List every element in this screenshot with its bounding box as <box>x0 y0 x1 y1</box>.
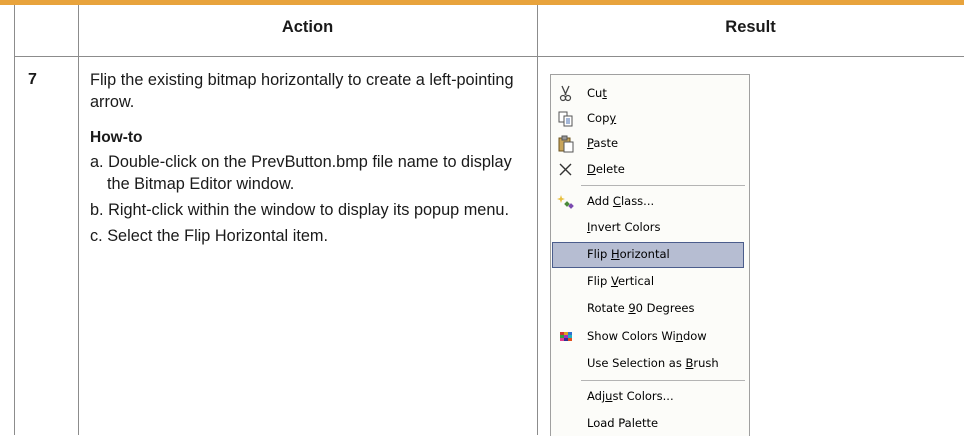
menu-item-load-palette[interactable]: Load Palette <box>551 411 749 436</box>
howto-step-c: c. Select the Flip Horizontal item. <box>90 227 328 245</box>
menu-item-flip-horizontal[interactable]: Flip Horizontal <box>552 242 744 268</box>
copy-icon <box>557 110 575 128</box>
add-class-icon <box>557 193 575 211</box>
menu-separator <box>581 380 745 381</box>
paste-icon <box>557 135 575 153</box>
menu-item-delete[interactable]: Delete <box>551 157 749 183</box>
table-column-divider <box>537 5 538 435</box>
scissors-icon <box>557 85 575 103</box>
menu-item-label: Rotate 90 Degrees <box>587 301 695 315</box>
menu-separator <box>581 185 745 186</box>
menu-item-paste[interactable]: Paste <box>551 131 749 157</box>
context-menu: Cut Copy Paste Delete Add Class... Inver… <box>550 74 750 436</box>
action-cell: Flip the existing bitmap horizontally to… <box>90 69 530 251</box>
top-accent-bar <box>0 0 964 5</box>
menu-item-invert-colors[interactable]: Invert Colors <box>551 215 749 241</box>
delete-icon <box>557 161 575 179</box>
menu-item-label: Adjust Colors... <box>587 389 674 403</box>
menu-item-add-class[interactable]: Add Class... <box>551 189 749 215</box>
table-header-divider <box>14 56 964 57</box>
menu-item-label: Paste <box>587 136 619 150</box>
step-number: 7 <box>28 71 37 88</box>
menu-item-flip-vertical[interactable]: Flip Vertical <box>551 269 749 295</box>
menu-item-label: Flip Horizontal <box>587 247 670 261</box>
menu-item-label: Add Class... <box>587 194 655 208</box>
menu-item-cut[interactable]: Cut <box>551 81 749 107</box>
menu-item-rotate-90[interactable]: Rotate 90 Degrees <box>551 296 749 322</box>
menu-item-use-selection-as-brush[interactable]: Use Selection as Brush <box>551 351 749 377</box>
menu-item-show-colors-window[interactable]: Show Colors Window <box>551 324 749 350</box>
menu-item-label: Cut <box>587 86 607 100</box>
howto-title: How-to <box>90 129 143 146</box>
menu-item-label: Load Palette <box>587 416 659 430</box>
menu-item-label: Use Selection as Brush <box>587 356 719 370</box>
menu-item-label: Copy <box>587 111 617 125</box>
howto-step-b: b. Right-click within the window to disp… <box>90 201 509 219</box>
step-intro: Flip the existing bitmap horizontally to… <box>90 71 514 111</box>
menu-item-label: Flip Vertical <box>587 274 655 288</box>
menu-item-label: Invert Colors <box>587 220 661 234</box>
table-left-border <box>14 5 15 435</box>
menu-item-adjust-colors[interactable]: Adjust Colors... <box>551 384 749 410</box>
header-result: Result <box>725 18 776 36</box>
menu-item-copy[interactable]: Copy <box>551 106 749 132</box>
howto-step-a: a. Double-click on the PrevButton.bmp fi… <box>90 153 512 193</box>
menu-item-label: Delete <box>587 162 625 176</box>
palette-icon <box>557 328 575 346</box>
table-step-divider <box>78 5 79 435</box>
menu-item-label: Show Colors Window <box>587 329 707 343</box>
header-action: Action <box>281 18 334 36</box>
